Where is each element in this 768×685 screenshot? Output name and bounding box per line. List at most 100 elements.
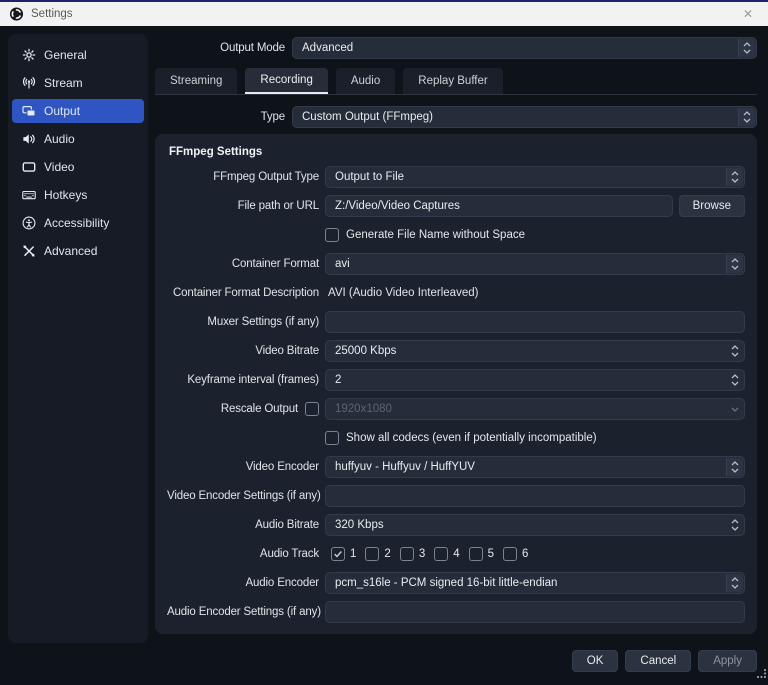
file-path-row: File path or URL Browse: [167, 195, 745, 217]
video-bitrate-label: Video Bitrate: [255, 345, 319, 357]
sidebar-item-label: Accessibility: [44, 216, 110, 230]
sidebar-item-accessibility[interactable]: Accessibility: [12, 211, 144, 235]
sidebar-item-stream[interactable]: Stream: [12, 71, 144, 95]
sidebar-item-label: Advanced: [44, 244, 98, 258]
audio-track-row: Audio Track 1 2 3 4 5 6: [167, 543, 745, 565]
obs-logo-icon: [9, 7, 24, 22]
audio-encoder-select[interactable]: pcm_s16le - PCM signed 16-bit little-end…: [325, 572, 745, 594]
audio-track-1-checkbox[interactable]: [331, 547, 345, 561]
ffmpeg-output-type-label: FFmpeg Output Type: [213, 171, 319, 183]
audio-track-5-checkbox[interactable]: [468, 547, 483, 561]
spinner-icon[interactable]: [726, 371, 743, 389]
muxer-settings-row: Muxer Settings (if any): [167, 311, 745, 333]
file-path-label: File path or URL: [237, 200, 319, 212]
rescale-output-row: Rescale Output 1920x1080: [167, 398, 745, 420]
tab-audio[interactable]: Audio: [335, 68, 396, 94]
container-format-value: avi: [335, 258, 350, 270]
sidebar-item-label: Video: [44, 160, 75, 174]
generate-no-space-row: Generate File Name without Space: [167, 224, 745, 246]
sidebar-item-video[interactable]: Video: [12, 155, 144, 179]
rescale-resolution-select[interactable]: 1920x1080: [325, 398, 745, 420]
speaker-icon: [21, 132, 36, 147]
video-bitrate-row: Video Bitrate 25000 Kbps: [167, 340, 745, 362]
audio-encoder-label: Audio Encoder: [245, 577, 320, 589]
sidebar-item-advanced[interactable]: Advanced: [12, 239, 144, 263]
spinner-icon[interactable]: [726, 342, 743, 360]
sidebar-item-audio[interactable]: Audio: [12, 127, 144, 151]
dialog-footer: OK Cancel Apply: [155, 650, 757, 672]
audio-encoder-row: Audio Encoder pcm_s16le - PCM signed 16-…: [167, 572, 745, 594]
output-mode-row: Output Mode Advanced: [155, 37, 757, 59]
ffmpeg-output-type-select[interactable]: Output to File: [325, 166, 745, 188]
generate-no-space-checkbox[interactable]: [325, 228, 339, 242]
container-format-select[interactable]: avi: [325, 253, 745, 275]
audio-track-6-checkbox[interactable]: [503, 547, 518, 561]
video-encoder-settings-input[interactable]: [325, 485, 745, 507]
apply-button[interactable]: Apply: [698, 650, 757, 672]
recording-type-select[interactable]: Custom Output (FFmpeg): [292, 106, 757, 128]
chevron-down-icon: [726, 400, 743, 418]
container-format-row: Container Format avi: [167, 253, 745, 275]
output-mode-select[interactable]: Advanced: [292, 37, 757, 59]
spinner-icon[interactable]: [726, 255, 743, 273]
sidebar-item-general[interactable]: General: [12, 43, 144, 67]
spinner-icon[interactable]: [726, 516, 743, 534]
tab-label: Replay Buffer: [418, 75, 488, 87]
audio-track-checkbox-group: 1 2 3 4 5 6: [331, 547, 528, 561]
show-all-codecs-row: Show all codecs (even if potentially inc…: [167, 427, 745, 449]
apply-button-label: Apply: [713, 655, 742, 667]
ffmpeg-output-type-row: FFmpeg Output Type Output to File: [167, 166, 745, 188]
keyframe-interval-spinbox[interactable]: 2: [325, 369, 745, 391]
spinner-icon[interactable]: [726, 168, 743, 186]
rescale-output-checkbox[interactable]: [305, 402, 319, 416]
browse-button-label: Browse: [692, 200, 731, 212]
type-label: Type: [260, 111, 285, 123]
spinner-icon[interactable]: [726, 458, 743, 476]
window-title: Settings: [31, 8, 73, 20]
video-encoder-select[interactable]: huffyuv - Huffyuv / HuffYUV: [325, 456, 745, 478]
sidebar-item-output[interactable]: Output: [12, 99, 144, 123]
video-encoder-label: Video Encoder: [245, 461, 319, 473]
output-icon: [21, 104, 36, 119]
audio-bitrate-spinbox[interactable]: 320 Kbps: [325, 514, 745, 536]
tab-replay-buffer[interactable]: Replay Buffer: [403, 68, 503, 94]
sidebar-item-label: Output: [44, 104, 81, 118]
show-all-codecs-checkbox[interactable]: [325, 431, 339, 445]
ok-button-label: OK: [586, 655, 604, 667]
output-tabbar: Streaming Recording Audio Replay Buffer: [155, 68, 757, 95]
audio-track-2-checkbox[interactable]: [365, 547, 380, 561]
muxer-settings-input[interactable]: [325, 311, 745, 333]
cancel-button[interactable]: Cancel: [625, 650, 692, 672]
container-format-description-row: Container Format Description AVI (Audio …: [167, 282, 745, 304]
muxer-settings-label: Muxer Settings (if any): [207, 316, 319, 328]
sidebar-item-hotkeys[interactable]: Hotkeys: [12, 183, 144, 207]
close-icon[interactable]: ✕: [740, 6, 756, 22]
keyframe-interval-row: Keyframe interval (frames) 2: [167, 369, 745, 391]
output-mode-label: Output Mode: [220, 42, 285, 54]
audio-encoder-settings-input[interactable]: [325, 601, 745, 623]
tools-icon: [21, 244, 36, 259]
audio-encoder-settings-label: Audio Encoder Settings (if any): [167, 606, 321, 618]
video-bitrate-spinbox[interactable]: 25000 Kbps: [325, 340, 745, 362]
cancel-button-label: Cancel: [640, 655, 677, 667]
tab-label: Audio: [350, 75, 381, 87]
tab-recording[interactable]: Recording: [245, 68, 328, 94]
file-path-input[interactable]: [325, 195, 673, 217]
ok-button[interactable]: OK: [571, 650, 619, 672]
sidebar-item-label: Stream: [44, 76, 83, 90]
container-format-description-value: AVI (Audio Video Interleaved): [328, 287, 479, 299]
audio-track-4-checkbox[interactable]: [434, 547, 449, 561]
browse-button[interactable]: Browse: [678, 195, 745, 217]
type-value: Custom Output (FFmpeg): [302, 111, 434, 123]
audio-track-number: 1: [350, 548, 357, 560]
audio-track-3-checkbox[interactable]: [399, 547, 414, 561]
video-encoder-settings-label: Video Encoder Settings (if any): [167, 490, 321, 502]
tab-streaming[interactable]: Streaming: [155, 68, 238, 94]
accessibility-icon: [21, 216, 36, 231]
spinner-icon[interactable]: [726, 574, 743, 592]
spinner-icon[interactable]: [738, 39, 755, 57]
resize-grip[interactable]: [757, 665, 766, 683]
container-format-description-label: Container Format Description: [173, 287, 319, 299]
spinner-icon[interactable]: [738, 108, 755, 126]
sidebar-item-label: Audio: [44, 132, 75, 146]
